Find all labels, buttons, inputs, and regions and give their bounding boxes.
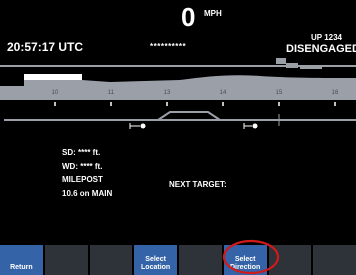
milepost-label: 11 — [108, 90, 115, 96]
milepost-label: 14 — [220, 90, 227, 96]
next-target-label: NEXT TARGET: — [169, 180, 227, 189]
siding-track — [157, 111, 221, 121]
track-diagram — [4, 111, 356, 126]
softkey-label: Return — [10, 264, 33, 271]
track-profile: 10 11 13 14 15 16 — [0, 58, 356, 129]
ptc-display-screen: 0 MPH ********** UP 1234 20:57:17 UTC DI… — [0, 0, 356, 275]
speed-unit: MPH — [204, 9, 222, 18]
engagement-status: DISENGAGED — [286, 43, 356, 55]
softkey-bar: Return Select Location Select Direction — [0, 245, 356, 275]
stop-distance: SD: **** ft. — [62, 148, 101, 157]
milepost-ticks — [54, 102, 336, 106]
warning-distance: WD: **** ft. — [62, 162, 103, 171]
softkey-blank-6[interactable] — [268, 245, 312, 275]
softkey-label: Select — [234, 256, 256, 263]
softkey-label: Select — [145, 256, 166, 263]
speed-step-marker — [286, 63, 298, 68]
softkey-blank-2[interactable] — [89, 245, 133, 275]
milepost-label: 15 — [276, 90, 283, 96]
softkey-blank-7[interactable] — [313, 245, 356, 275]
milepost-label: 10 — [52, 90, 59, 96]
utc-clock: 20:57:17 UTC — [7, 40, 84, 54]
speed-step-marker — [276, 58, 286, 64]
milepost-location: 10.6 on MAIN — [62, 189, 113, 198]
speed-value: 0 — [181, 2, 196, 32]
masked-field: ********** — [150, 42, 187, 51]
select-direction-button[interactable]: Select Direction — [223, 245, 267, 275]
signal-icon — [243, 123, 258, 129]
softkey-blank-4[interactable] — [179, 245, 222, 275]
milepost-label: 13 — [164, 90, 171, 96]
milepost-label: 16 — [332, 90, 339, 96]
signal-icon — [129, 123, 146, 129]
milepost-label: MILEPOST — [62, 175, 103, 184]
return-button[interactable]: Return — [0, 245, 43, 275]
softkey-blank-1[interactable] — [44, 245, 88, 275]
train-id: UP 1234 — [311, 33, 342, 42]
select-location-button[interactable]: Select Location — [134, 245, 177, 275]
softkey-label: Direction — [229, 264, 261, 271]
softkey-label: Location — [141, 264, 171, 271]
